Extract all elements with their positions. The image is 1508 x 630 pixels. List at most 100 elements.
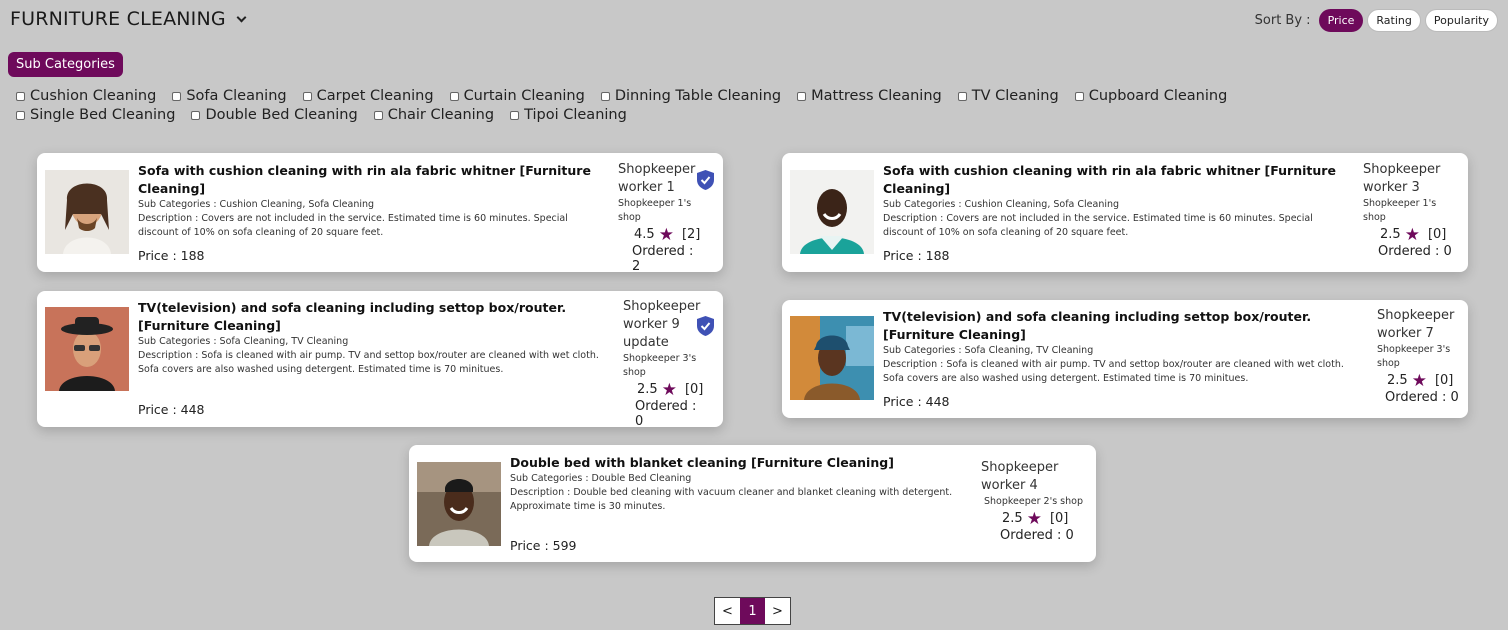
service-card[interactable]: TV(television) and sofa cleaning includi…: [782, 300, 1468, 418]
sort-rating-button[interactable]: Rating: [1367, 9, 1421, 32]
service-title[interactable]: Sofa with cushion cleaning with rin ala …: [883, 162, 1343, 198]
filter-single-bed-cleaning[interactable]: Single Bed Cleaning: [16, 107, 175, 123]
review-count: [0]: [1427, 227, 1447, 242]
prev-page-button[interactable]: <: [715, 598, 740, 624]
service-card[interactable]: Double bed with blanket cleaning [Furnit…: [409, 445, 1096, 562]
shop-name[interactable]: Shopkeeper 1's shop: [618, 197, 698, 225]
service-subcategories: Sub Categories : Sofa Cleaning, TV Clean…: [138, 336, 349, 347]
service-subcategories: Sub Categories : Cushion Cleaning, Sofa …: [883, 199, 1120, 210]
rating: 2.5 ★ [0]: [1363, 226, 1453, 243]
filter-tv-cleaning[interactable]: TV Cleaning: [957, 88, 1059, 104]
review-count: [0]: [684, 382, 704, 397]
worker-avatar: [45, 170, 129, 254]
service-card[interactable]: Sofa with cushion cleaning with rin ala …: [37, 153, 723, 274]
service-price: Price : 448: [883, 394, 950, 409]
rating: 4.5 ★ [2]: [618, 224, 701, 245]
service-price: Price : 188: [883, 248, 950, 263]
service-price: Price : 599: [510, 538, 577, 553]
service-card[interactable]: Sofa with cushion cleaning with rin ala …: [782, 153, 1468, 272]
card-info: Sofa with cushion cleaning with rin ala …: [883, 162, 1343, 240]
rating-value: 2.5: [1002, 511, 1023, 526]
verified-shield-icon: [697, 316, 714, 336]
filter-label: Single Bed Cleaning: [30, 107, 176, 123]
worker-avatar: [790, 170, 874, 254]
filter-label: Cupboard Cleaning: [1088, 88, 1228, 104]
worker-name[interactable]: Shopkeeper worker 4: [981, 459, 1061, 495]
checkbox[interactable]: [510, 110, 520, 120]
worker-name[interactable]: Shopkeeper worker 1: [618, 161, 698, 197]
service-description: Description : Covers are not included in…: [883, 213, 1313, 238]
sort-label: Sort By :: [1254, 13, 1311, 28]
filter-label: Tipoi Cleaning: [524, 107, 627, 123]
worker-avatar: [790, 316, 874, 400]
card-info: TV(television) and sofa cleaning includi…: [138, 299, 608, 377]
rating: 2.5 ★ [0]: [1377, 370, 1459, 391]
service-description: Description : Sofa is cleaned with air p…: [883, 359, 1344, 384]
checkbox[interactable]: [957, 91, 967, 101]
filter-cushion-cleaning[interactable]: Cushion Cleaning: [16, 88, 156, 104]
checkbox[interactable]: [1074, 91, 1084, 101]
filter-cupboard-cleaning[interactable]: Cupboard Cleaning: [1074, 88, 1228, 104]
service-description: Description : Double bed cleaning with v…: [510, 487, 953, 512]
order-count: Ordered : 0: [635, 399, 697, 429]
service-title[interactable]: Sofa with cushion cleaning with rin ala …: [138, 162, 598, 198]
rating: 2.5 ★ [0]: [623, 379, 704, 400]
filter-chair-cleaning[interactable]: Chair Cleaning: [373, 107, 495, 123]
rating-value: 4.5: [634, 227, 655, 242]
shop-name[interactable]: Shopkeeper 2's shop: [981, 495, 1091, 509]
checkbox[interactable]: [16, 110, 25, 120]
service-title[interactable]: TV(television) and sofa cleaning includi…: [883, 308, 1353, 344]
shop-info: Shopkeeper worker 7 Shopkeeper 3's shop …: [1377, 307, 1459, 405]
page-title[interactable]: FURNITURE CLEANING: [10, 8, 247, 30]
filter-label: Double Bed Cleaning: [205, 107, 358, 123]
filter-label: Curtain Cleaning: [463, 88, 585, 104]
shop-name[interactable]: Shopkeeper 3's shop: [1377, 343, 1459, 371]
card-info: Sofa with cushion cleaning with rin ala …: [138, 162, 598, 240]
star-icon: ★: [658, 224, 674, 245]
review-count: [2]: [681, 227, 701, 242]
service-card[interactable]: TV(television) and sofa cleaning includi…: [37, 291, 723, 429]
card-info: TV(television) and sofa cleaning includi…: [883, 308, 1353, 386]
sort-popularity-button[interactable]: Popularity: [1424, 9, 1498, 32]
star-icon: ★: [661, 379, 677, 400]
worker-name[interactable]: Shopkeeper worker 9 update: [623, 298, 703, 352]
rating-value: 2.5: [1380, 227, 1401, 242]
order-count: Ordered : 2: [632, 244, 694, 274]
filter-sofa-cleaning[interactable]: Sofa Cleaning: [172, 88, 287, 104]
service-price: Price : 188: [138, 248, 205, 263]
pagination: < 1 >: [714, 597, 791, 625]
checkbox[interactable]: [797, 91, 807, 101]
service-title[interactable]: TV(television) and sofa cleaning includi…: [138, 299, 608, 335]
shop-info: Shopkeeper worker 9 update Shopkeeper 3'…: [623, 298, 703, 429]
checkbox[interactable]: [302, 91, 312, 101]
checkbox[interactable]: [449, 91, 459, 101]
filter-tipoi-cleaning[interactable]: Tipoi Cleaning: [510, 107, 627, 123]
filter-label: Sofa Cleaning: [186, 88, 287, 104]
filter-label: Chair Cleaning: [387, 107, 495, 123]
filter-mattress-cleaning[interactable]: Mattress Cleaning: [797, 88, 942, 104]
checkbox[interactable]: [600, 91, 610, 101]
worker-name[interactable]: Shopkeeper worker 3: [1363, 161, 1453, 197]
checkbox[interactable]: [373, 110, 383, 120]
filter-carpet-cleaning[interactable]: Carpet Cleaning: [302, 88, 434, 104]
filter-curtain-cleaning[interactable]: Curtain Cleaning: [449, 88, 585, 104]
star-icon: ★: [1026, 508, 1042, 529]
filter-double-bed-cleaning[interactable]: Double Bed Cleaning: [191, 107, 358, 123]
order-count: Ordered : 0: [1000, 528, 1074, 543]
chevron-down-icon[interactable]: [236, 12, 247, 22]
star-icon: ★: [1411, 370, 1427, 391]
next-page-button[interactable]: >: [765, 598, 790, 624]
checkbox[interactable]: [172, 91, 182, 101]
filter-dinning-table-cleaning[interactable]: Dinning Table Cleaning: [600, 88, 781, 104]
shop-name[interactable]: Shopkeeper 1's shop: [1363, 197, 1453, 225]
service-subcategories: Sub Categories : Double Bed Cleaning: [510, 473, 692, 484]
page-1-button[interactable]: 1: [740, 598, 765, 624]
checkbox[interactable]: [191, 110, 201, 120]
worker-name[interactable]: Shopkeeper worker 7: [1377, 307, 1459, 343]
order-count: Ordered : 0: [1378, 244, 1452, 259]
subcategories-button[interactable]: Sub Categories: [8, 52, 123, 77]
sort-price-button[interactable]: Price: [1318, 9, 1364, 32]
service-title[interactable]: Double bed with blanket cleaning [Furnit…: [510, 454, 970, 472]
checkbox[interactable]: [16, 91, 25, 101]
shop-name[interactable]: Shopkeeper 3's shop: [623, 352, 703, 380]
